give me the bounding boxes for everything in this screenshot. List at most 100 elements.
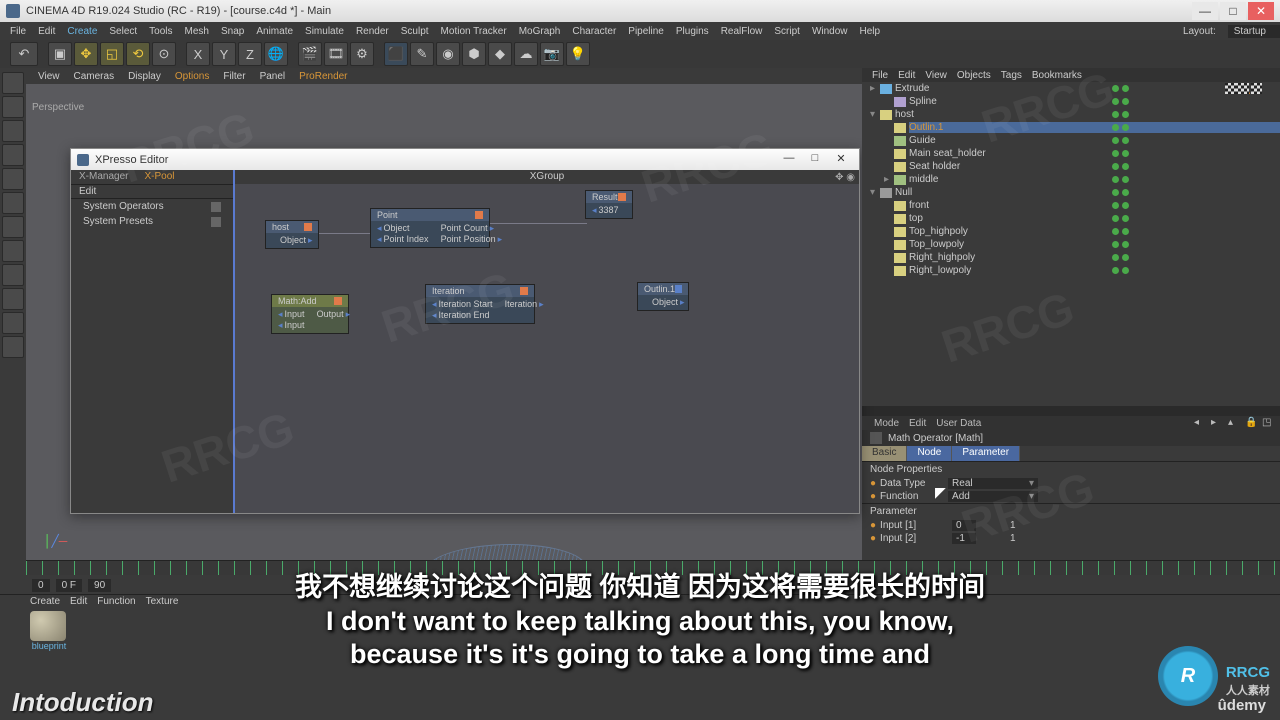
point-mode-icon[interactable]	[2, 168, 24, 190]
om-item-top-lowpoly[interactable]: Top_lowpoly	[862, 238, 1280, 251]
am-mode[interactable]: Mode	[874, 418, 899, 429]
node-iteration[interactable]: Iteration Iteration StartIteration End I…	[425, 284, 535, 324]
attr-datatype[interactable]: ●Data TypeReal▾	[862, 477, 1280, 490]
render-view[interactable]: 🎬	[298, 42, 322, 66]
om-item-right-highpoly[interactable]: Right_highpoly	[862, 251, 1280, 264]
live-select-tool[interactable]: ▣	[48, 42, 72, 66]
render-settings[interactable]: ⚙	[350, 42, 374, 66]
xpresso-canvas[interactable]: XGroup✥ ◉ host Object Point ObjectPoint …	[233, 170, 859, 513]
poly-mode-icon[interactable]	[2, 216, 24, 238]
om-objects[interactable]: Objects	[957, 70, 991, 81]
cube-primitive[interactable]: ⬛	[384, 42, 408, 66]
timeline-ruler[interactable]	[26, 561, 1280, 575]
coord-system[interactable]: 🌐	[264, 42, 288, 66]
om-item-front[interactable]: front	[862, 199, 1280, 212]
subdiv-icon[interactable]: ◉	[436, 42, 460, 66]
mat-function[interactable]: Function	[97, 596, 135, 607]
node-host[interactable]: host Object	[265, 220, 319, 249]
vp-panel[interactable]: Panel	[260, 71, 286, 82]
edge-mode-icon[interactable]	[2, 192, 24, 214]
menu-select[interactable]: Select	[103, 26, 143, 37]
xp-system-presets[interactable]: System Presets	[71, 214, 233, 229]
om-item-top[interactable]: top	[862, 212, 1280, 225]
node-point[interactable]: Point ObjectPoint Index Point CountPoint…	[370, 208, 490, 248]
minimize-button[interactable]: —	[1192, 2, 1218, 20]
menu-create[interactable]: Create	[61, 26, 103, 37]
menu-pipeline[interactable]: Pipeline	[622, 26, 670, 37]
vp-cameras[interactable]: Cameras	[74, 71, 115, 82]
attr-input2[interactable]: ●Input [2]-11	[862, 532, 1280, 545]
om-item-outlin-1[interactable]: Outlin.1	[862, 121, 1280, 134]
xp-min-button[interactable]: —	[777, 152, 801, 168]
tab-parameter[interactable]: Parameter	[952, 446, 1020, 461]
pen-tool[interactable]: ✎	[410, 42, 434, 66]
tab-node[interactable]: Node	[907, 446, 952, 461]
xp-close-button[interactable]: ✕	[829, 152, 853, 168]
camera-icon[interactable]: 📷	[540, 42, 564, 66]
am-nav-up-icon[interactable]: ▴	[1228, 417, 1240, 429]
rotate-tool[interactable]: ⟲	[126, 42, 150, 66]
model-mode-icon[interactable]	[2, 96, 24, 118]
am-nav-back-icon[interactable]: ◂	[1194, 417, 1206, 429]
node-outlin1[interactable]: Outlin.1 Object	[637, 282, 689, 311]
tl-current[interactable]: 0 F	[56, 579, 82, 592]
om-file[interactable]: File	[872, 70, 888, 81]
layout-dropdown[interactable]: Startup	[1228, 25, 1280, 38]
viewport-solo-icon[interactable]	[2, 264, 24, 286]
node-result[interactable]: Result 3387	[585, 190, 633, 219]
menu-mesh[interactable]: Mesh	[179, 26, 215, 37]
am-lock-icon[interactable]: 🔒	[1245, 417, 1257, 429]
material-manager[interactable]: Create Edit Function Texture blueprint	[0, 594, 1280, 652]
om-tags[interactable]: Tags	[1001, 70, 1022, 81]
move-tool[interactable]: ✥	[74, 42, 98, 66]
light-icon[interactable]: 💡	[566, 42, 590, 66]
mat-texture[interactable]: Texture	[146, 596, 179, 607]
tl-end[interactable]: 90	[88, 579, 111, 592]
om-edit[interactable]: Edit	[898, 70, 915, 81]
menu-plugins[interactable]: Plugins	[670, 26, 715, 37]
om-item-main-seat-holder[interactable]: Main seat_holder	[862, 147, 1280, 160]
om-item-extrude[interactable]: ▸Extrude	[862, 82, 1280, 95]
timeline[interactable]: 0 0 F 90	[26, 560, 1280, 594]
menu-script[interactable]: Script	[768, 26, 806, 37]
om-item-right-lowpoly[interactable]: Right_lowpoly	[862, 264, 1280, 277]
attr-function[interactable]: ●FunctionAdd▾	[862, 490, 1280, 503]
om-item-host[interactable]: ▾host	[862, 108, 1280, 121]
om-view[interactable]: View	[925, 70, 947, 81]
mat-edit[interactable]: Edit	[70, 596, 87, 607]
mat-create[interactable]: Create	[30, 596, 60, 607]
xp-edit-menu[interactable]: Edit	[71, 185, 233, 199]
menu-render[interactable]: Render	[350, 26, 395, 37]
snap-settings-icon[interactable]	[2, 312, 24, 334]
menu-tools[interactable]: Tools	[143, 26, 178, 37]
menu-simulate[interactable]: Simulate	[299, 26, 350, 37]
menu-help[interactable]: Help	[854, 26, 887, 37]
menu-file[interactable]: File	[4, 26, 32, 37]
axis-mode-icon[interactable]	[2, 240, 24, 262]
material-blueprint[interactable]: blueprint	[30, 611, 68, 651]
maximize-button[interactable]: □	[1220, 2, 1246, 20]
xp-max-button[interactable]: □	[803, 152, 827, 168]
texture-mode-icon[interactable]	[2, 120, 24, 142]
x-axis-lock[interactable]: X	[186, 42, 210, 66]
deformer-icon[interactable]: ◆	[488, 42, 512, 66]
menu-realflow[interactable]: RealFlow	[715, 26, 769, 37]
menu-character[interactable]: Character	[566, 26, 622, 37]
vp-display[interactable]: Display	[128, 71, 161, 82]
menu-sculpt[interactable]: Sculpt	[395, 26, 435, 37]
vp-filter[interactable]: Filter	[223, 71, 245, 82]
menu-window[interactable]: Window	[806, 26, 854, 37]
y-axis-lock[interactable]: Y	[212, 42, 236, 66]
workplane-icon[interactable]	[2, 144, 24, 166]
xpresso-editor-window[interactable]: XPresso Editor — □ ✕ X-Manager X-Pool Ed…	[70, 148, 860, 514]
node-math-add[interactable]: Math:Add InputInput Output	[271, 294, 349, 334]
render-pv[interactable]: 🎞	[324, 42, 348, 66]
object-manager-tree[interactable]: ▸Extrude Spline▾host Outlin.1 Guide Main…	[862, 82, 1280, 406]
tab-xmanager[interactable]: X-Manager	[71, 170, 136, 184]
om-item-guide[interactable]: Guide	[862, 134, 1280, 147]
xpresso-titlebar[interactable]: XPresso Editor — □ ✕	[71, 149, 859, 170]
am-edit[interactable]: Edit	[909, 418, 926, 429]
om-item-middle[interactable]: ▸middle	[862, 173, 1280, 186]
scale-tool[interactable]: ◱	[100, 42, 124, 66]
am-userdata[interactable]: User Data	[936, 418, 981, 429]
